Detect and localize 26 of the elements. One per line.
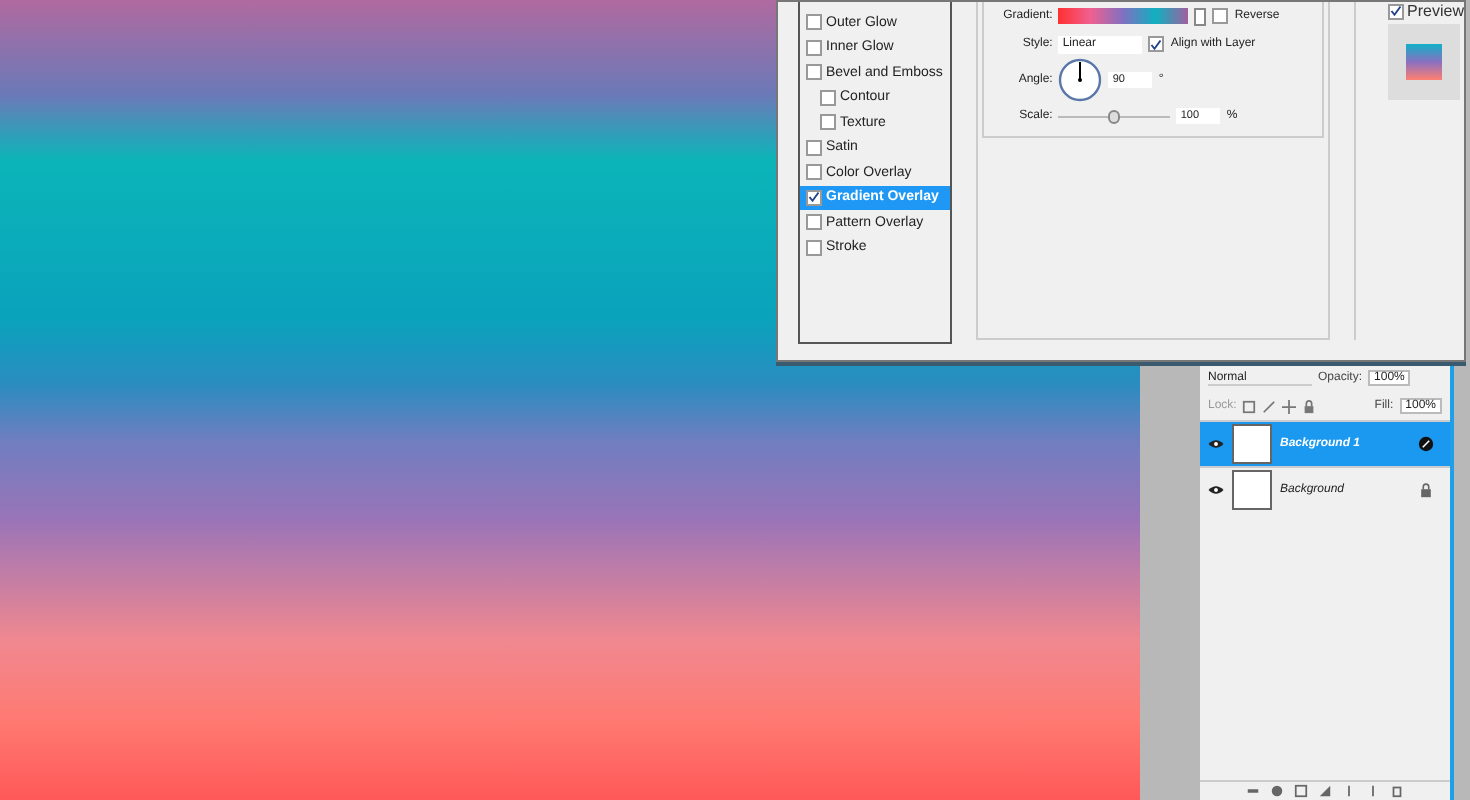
checkbox[interactable]: [820, 89, 836, 106]
scale-slider-thumb[interactable]: [1108, 109, 1121, 123]
checkbox[interactable]: [806, 64, 822, 81]
checkbox[interactable]: [1148, 36, 1165, 52]
eye-icon[interactable]: [1208, 438, 1224, 450]
fx-badge-icon: [1418, 436, 1434, 452]
checkbox[interactable]: [806, 14, 822, 31]
lock-icon[interactable]: [1302, 399, 1317, 413]
checkbox[interactable]: [1387, 3, 1404, 19]
move-icon[interactable]: [1282, 399, 1297, 413]
checkbox[interactable]: [806, 239, 822, 256]
preview-label: Preview: [1407, 2, 1464, 20]
gradient-swatch: [1405, 44, 1442, 80]
checkbox[interactable]: [806, 189, 822, 206]
checkbox[interactable]: [806, 214, 822, 231]
layer-thumbnail: [1232, 470, 1272, 510]
lock-icon: [1418, 482, 1434, 498]
checkbox[interactable]: [806, 139, 822, 156]
checkbox[interactable]: [820, 114, 836, 131]
eye-icon[interactable]: [1208, 484, 1224, 496]
checkbox[interactable]: [806, 164, 822, 181]
lock-transparent-icon[interactable]: [1242, 399, 1257, 413]
layer-thumbnail: [1232, 424, 1272, 464]
angle-dial[interactable]: [1058, 58, 1103, 102]
checkbox[interactable]: [806, 39, 822, 56]
checkbox[interactable]: [1212, 8, 1229, 24]
